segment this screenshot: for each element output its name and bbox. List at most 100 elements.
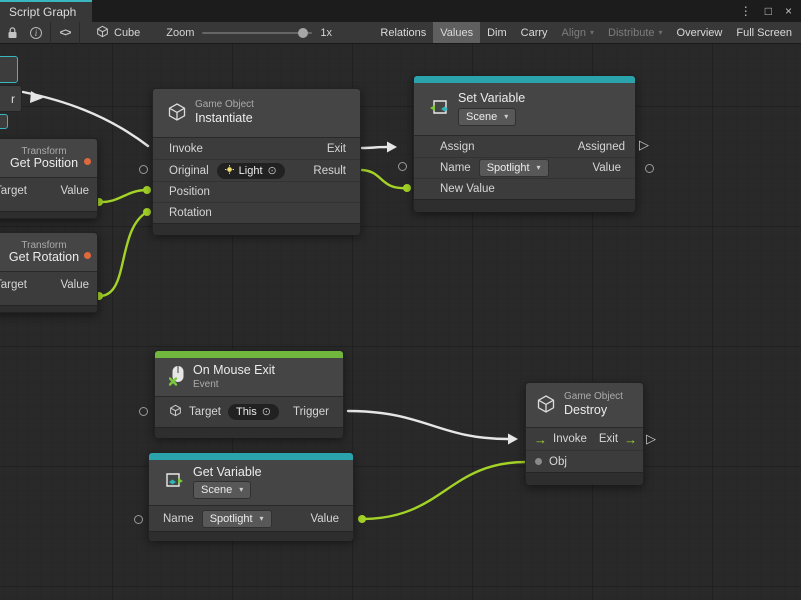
- node-fragment-selected-2[interactable]: [0, 114, 8, 129]
- scope-value: Scene: [466, 110, 497, 124]
- wire-rotation-value: [99, 212, 147, 296]
- carry-button[interactable]: Carry: [514, 22, 555, 43]
- variable-name-dropdown[interactable]: Spotlight ▾: [202, 510, 272, 528]
- wire-exit-arrowhead: [387, 142, 397, 153]
- node-header: Get Variable Scene ▾: [149, 460, 353, 506]
- graph-target-selector[interactable]: Cube: [82, 22, 150, 43]
- zoom-slider-handle[interactable]: [298, 28, 308, 38]
- node-on-mouse-exit[interactable]: On Mouse Exit Event Target This ⊙: [154, 350, 344, 437]
- dim-button[interactable]: Dim: [480, 22, 514, 43]
- object-picker-icon[interactable]: ⊙: [268, 164, 277, 178]
- wire-trigger-to-invoke: [348, 411, 508, 439]
- node-get-position[interactable]: Transform Get Position Target Value: [0, 138, 98, 219]
- relations-label: Relations: [380, 27, 426, 39]
- chevron-down-icon: ▾: [239, 483, 243, 497]
- get-variable-icon: [163, 470, 185, 495]
- wire-position-value: [99, 190, 147, 202]
- port-position-label: Position: [169, 186, 210, 198]
- original-object-field[interactable]: Light ⊙: [217, 163, 285, 179]
- port-setvariable-value-output[interactable]: [645, 164, 654, 173]
- node-subtitle: Event: [193, 380, 275, 390]
- script-graph-window: r Transform Get Position Target Value Tr…: [0, 0, 801, 600]
- light-icon: [225, 164, 234, 178]
- port-onmouseexit-input[interactable]: [139, 407, 148, 416]
- target-object-field[interactable]: This ⊙: [228, 404, 279, 420]
- graph-canvas[interactable]: r Transform Get Position Target Value Tr…: [0, 0, 801, 600]
- node-title: Instantiate: [195, 112, 254, 126]
- port-setvariable-input[interactable]: [398, 162, 407, 171]
- info-icon[interactable]: i: [24, 22, 48, 43]
- variable-scope-dropdown[interactable]: Scene ▾: [193, 481, 251, 499]
- variable-scope-dropdown[interactable]: Scene ▾: [458, 108, 516, 126]
- wire-layer: [0, 0, 801, 600]
- chevron-down-icon: ▾: [659, 28, 663, 37]
- overview-button[interactable]: Overview: [670, 22, 730, 43]
- port-value-label: Value: [60, 279, 89, 291]
- tab-script-graph[interactable]: Script Graph: [0, 0, 92, 22]
- node-get-variable[interactable]: Get Variable Scene ▾ Name Spotlight ▾ Va…: [148, 452, 354, 540]
- node-header: Set Variable Scene ▾: [414, 83, 635, 136]
- set-variable-icon: [428, 97, 450, 122]
- port-name-label: Name: [163, 513, 194, 525]
- port-value-label: Value: [310, 513, 339, 525]
- cube-icon: [169, 404, 182, 420]
- port-target-label: Target: [189, 406, 221, 418]
- variable-name-value: Spotlight: [210, 512, 253, 526]
- cube-icon: [536, 394, 556, 417]
- wire-exit-to-assign: [362, 147, 387, 148]
- distribute-button[interactable]: Distribute ▾: [601, 22, 669, 43]
- zoom-label: Zoom: [166, 27, 194, 39]
- carry-label: Carry: [521, 27, 548, 39]
- obj-port-dot: [535, 458, 542, 465]
- node-destroy[interactable]: Game Object Destroy → Invoke Exit → Obj: [525, 382, 644, 485]
- port-exit-label: Exit: [327, 143, 346, 155]
- port-target-label: Target: [0, 185, 27, 197]
- mouse-icon: [169, 365, 185, 389]
- node-get-rotation[interactable]: Transform Get Rotation Target Value: [0, 232, 98, 313]
- getposition-self-dot: [84, 158, 91, 165]
- code-view-icon[interactable]: <>: [53, 22, 77, 43]
- zoom-slider[interactable]: [202, 32, 312, 34]
- maximize-icon[interactable]: □: [765, 5, 772, 17]
- node-header: On Mouse Exit Event: [155, 358, 343, 397]
- variable-name-dropdown[interactable]: Spotlight ▾: [479, 159, 549, 177]
- object-picker-icon[interactable]: ⊙: [262, 405, 271, 419]
- wire-result-to-newvalue: [362, 170, 407, 188]
- full-screen-button[interactable]: Full Screen: [729, 22, 799, 43]
- node-title: Set Variable: [458, 92, 525, 106]
- node-header: Game Object Destroy: [526, 383, 643, 428]
- node-set-variable[interactable]: Set Variable Scene ▾ Assign Assigned Nam…: [413, 75, 636, 212]
- lock-icon[interactable]: [0, 22, 24, 43]
- align-button[interactable]: Align ▾: [555, 22, 601, 43]
- scope-value: Scene: [201, 483, 232, 497]
- node-fragment[interactable]: r: [0, 85, 22, 112]
- cube-icon: [167, 102, 187, 125]
- port-exit-label: Exit: [599, 433, 618, 445]
- fragment-label: r: [11, 92, 15, 106]
- port-value-label: Value: [592, 162, 621, 174]
- original-value: Light: [239, 164, 263, 178]
- node-header: Transform Get Rotation: [0, 233, 97, 272]
- target-value: This: [236, 405, 257, 419]
- node-header: Game Object Instantiate: [153, 89, 360, 138]
- close-icon[interactable]: ×: [785, 5, 792, 17]
- values-button[interactable]: Values: [433, 22, 480, 43]
- window-menu-icon[interactable]: ⋮: [740, 5, 752, 17]
- port-original-input[interactable]: [139, 165, 148, 174]
- port-getvariable-input[interactable]: [134, 515, 143, 524]
- port-result-label: Result: [313, 165, 346, 177]
- title-bar: Script Graph ⋮ □ ×: [0, 0, 801, 22]
- port-trigger-label: Trigger: [293, 406, 329, 418]
- toolbar-separator: [50, 22, 51, 44]
- full-screen-label: Full Screen: [736, 27, 792, 39]
- cube-icon: [96, 25, 109, 41]
- values-label: Values: [440, 27, 473, 39]
- node-fragment-selected[interactable]: [0, 56, 18, 83]
- relations-button[interactable]: Relations: [373, 22, 433, 43]
- node-instantiate[interactable]: Game Object Instantiate Invoke Exit Orig…: [152, 88, 361, 234]
- port-assign-label: Assign: [440, 141, 475, 153]
- wire-trigger-arrowhead: [508, 434, 518, 445]
- graph-target-label: Cube: [114, 27, 140, 39]
- overview-label: Overview: [677, 27, 723, 39]
- toolbar-separator: [79, 22, 80, 44]
